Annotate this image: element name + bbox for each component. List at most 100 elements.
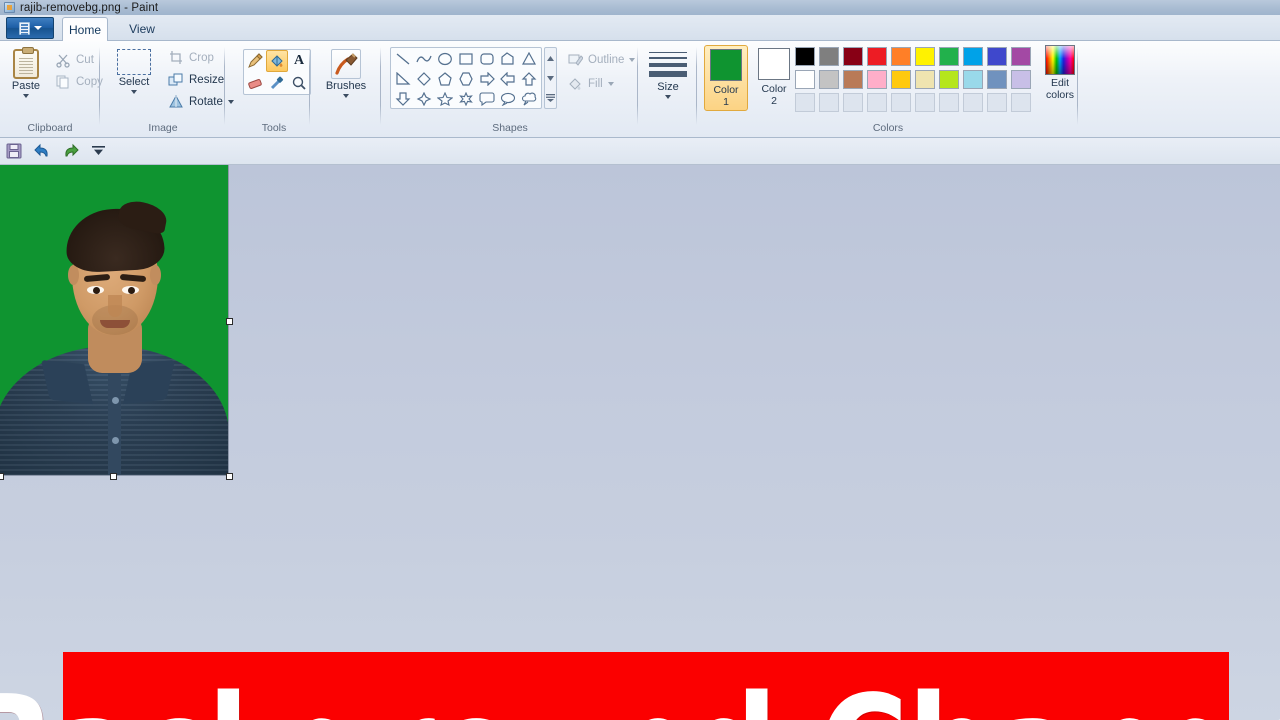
palette-empty-slot-2-9[interactable] <box>1011 93 1031 112</box>
color1-button[interactable]: Color 1 <box>704 45 748 111</box>
palette-empty-slot-2-7[interactable] <box>963 93 983 112</box>
text-tool-button[interactable]: A <box>288 50 310 72</box>
palette-cell <box>817 91 841 114</box>
rotate-button[interactable]: Rotate <box>165 93 237 111</box>
palette-swatch-1-0[interactable] <box>795 70 815 89</box>
shape-polygon[interactable] <box>497 49 518 69</box>
eraser-tool-button[interactable] <box>244 72 266 94</box>
shape-cloud-callout[interactable] <box>518 89 539 109</box>
palette-swatch-0-0[interactable] <box>795 47 815 66</box>
palette-empty-slot-2-8[interactable] <box>987 93 1007 112</box>
shape-diamond[interactable] <box>413 69 434 89</box>
palette-empty-slot-2-1[interactable] <box>819 93 839 112</box>
outline-pen-icon <box>567 52 584 68</box>
undo-icon[interactable] <box>33 142 51 160</box>
palette-swatch-1-8[interactable] <box>987 70 1007 89</box>
save-icon[interactable] <box>5 142 23 160</box>
tab-home[interactable]: Home <box>62 17 108 42</box>
paint-menu-button[interactable] <box>6 17 54 39</box>
color-picker-tool-button[interactable] <box>266 72 288 94</box>
shape-five-point-star[interactable] <box>434 89 455 109</box>
shape-rounded-rectangle[interactable] <box>476 49 497 69</box>
scroll-down-icon[interactable] <box>545 68 556 88</box>
palette-swatch-0-2[interactable] <box>843 47 863 66</box>
bottom-right-handle[interactable] <box>226 473 233 480</box>
resize-button[interactable]: Resize <box>165 71 227 89</box>
cut-label: Cut <box>76 54 94 66</box>
palette-swatch-0-5[interactable] <box>915 47 935 66</box>
color2-button[interactable]: Color 2 <box>753 45 795 109</box>
redo-icon[interactable] <box>61 142 79 160</box>
group-label-tools: Tools <box>261 122 287 134</box>
right-middle-handle[interactable] <box>226 318 233 325</box>
more-shapes-icon[interactable] <box>545 88 556 108</box>
palette-empty-slot-2-3[interactable] <box>867 93 887 112</box>
select-button[interactable]: Select <box>109 47 159 96</box>
shape-line[interactable] <box>392 49 413 69</box>
palette-swatch-1-3[interactable] <box>867 70 887 89</box>
palette-swatch-0-6[interactable] <box>939 47 959 66</box>
ribbon-group-colors: Color 1 Color 2 Edit colors Colors <box>698 41 1078 138</box>
palette-swatch-0-9[interactable] <box>1011 47 1031 66</box>
palette-empty-slot-2-4[interactable] <box>891 93 911 112</box>
shape-up-arrow[interactable] <box>518 69 539 89</box>
banner-text: Background Change <box>0 676 1280 720</box>
scroll-up-icon[interactable] <box>545 48 556 68</box>
shape-pentagon[interactable] <box>434 69 455 89</box>
paste-button[interactable]: Paste <box>4 47 48 100</box>
customize-quick-access-icon[interactable] <box>89 142 107 160</box>
palette-swatch-0-8[interactable] <box>987 47 1007 66</box>
palette-swatch-1-4[interactable] <box>891 70 911 89</box>
magnifier-tool-button[interactable] <box>288 72 310 94</box>
ribbon-tab-strip: Home View <box>0 15 1280 42</box>
shape-down-arrow[interactable] <box>392 89 413 109</box>
shape-right-triangle[interactable] <box>392 69 413 89</box>
shape-hexagon[interactable] <box>455 69 476 89</box>
shape-oval-callout[interactable] <box>497 89 518 109</box>
tab-view[interactable]: View <box>120 17 164 41</box>
shape-triangle[interactable] <box>518 49 539 69</box>
shape-four-point-star[interactable] <box>413 89 434 109</box>
group-separator <box>99 47 100 125</box>
shape-left-arrow[interactable] <box>497 69 518 89</box>
palette-empty-slot-2-0[interactable] <box>795 93 815 112</box>
tools-grid: A <box>243 49 311 95</box>
palette-swatch-1-7[interactable] <box>963 70 983 89</box>
shape-right-arrow[interactable] <box>476 69 497 89</box>
palette-swatch-0-3[interactable] <box>867 47 887 66</box>
palette-swatch-1-5[interactable] <box>915 70 935 89</box>
color2-swatch <box>758 48 790 80</box>
pencil-tool-button[interactable] <box>244 50 266 72</box>
palette-swatch-0-1[interactable] <box>819 47 839 66</box>
image-canvas[interactable] <box>0 165 229 476</box>
shape-rounded-callout[interactable] <box>476 89 497 109</box>
shape-rectangle[interactable] <box>455 49 476 69</box>
palette-swatch-0-4[interactable] <box>891 47 911 66</box>
shape-six-point-star[interactable] <box>455 89 476 109</box>
fill-button[interactable]: Fill <box>564 75 617 93</box>
palette-empty-slot-2-2[interactable] <box>843 93 863 112</box>
group-label-colors: Colors <box>872 122 904 134</box>
outline-button[interactable]: Outline <box>564 51 638 69</box>
palette-swatch-1-6[interactable] <box>939 70 959 89</box>
edit-colors-button[interactable]: Edit colors <box>1038 45 1082 101</box>
copy-button[interactable]: Copy <box>52 73 106 91</box>
banner-overlay: Background Change <box>0 652 1280 720</box>
palette-swatch-1-2[interactable] <box>843 70 863 89</box>
palette-swatch-0-7[interactable] <box>963 47 983 66</box>
bottom-left-handle[interactable] <box>0 473 4 480</box>
palette-swatch-1-1[interactable] <box>819 70 839 89</box>
fill-tool-button[interactable] <box>266 50 288 72</box>
bottom-center-handle[interactable] <box>110 473 117 480</box>
size-button[interactable]: Size <box>647 49 689 99</box>
palette-cell <box>817 45 841 68</box>
cut-button[interactable]: Cut <box>52 51 97 69</box>
crop-button[interactable]: Crop <box>165 49 217 67</box>
canvas-work-area[interactable]: Background Change <box>0 165 1280 720</box>
palette-swatch-1-9[interactable] <box>1011 70 1031 89</box>
palette-empty-slot-2-6[interactable] <box>939 93 959 112</box>
shape-curve[interactable] <box>413 49 434 69</box>
shape-oval[interactable] <box>434 49 455 69</box>
brushes-button[interactable]: Brushes <box>323 47 369 100</box>
palette-empty-slot-2-5[interactable] <box>915 93 935 112</box>
